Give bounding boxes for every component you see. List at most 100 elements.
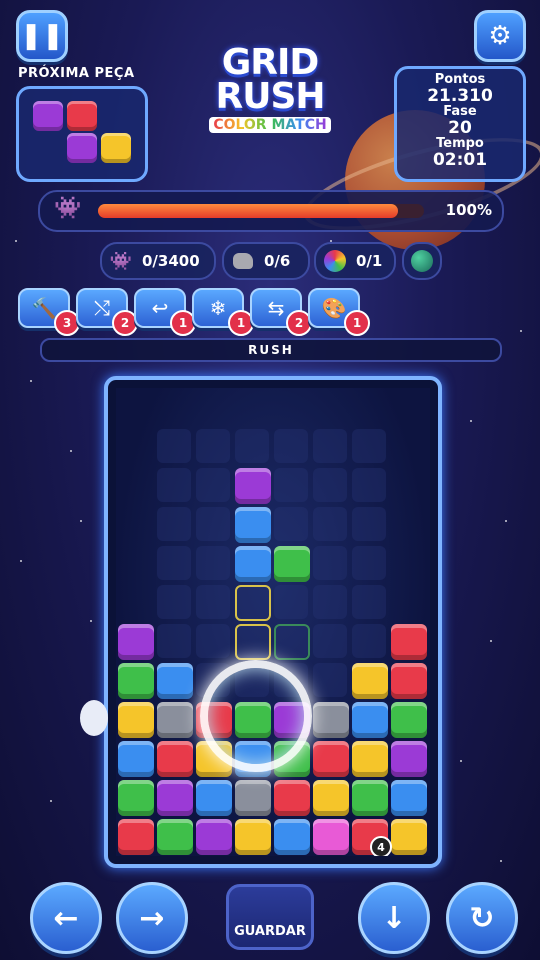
star [50,800,52,802]
board-block [391,663,427,699]
planet-icon [411,250,433,272]
board-block [391,819,427,855]
move-left-button[interactable]: ← [30,882,102,954]
goal-color-text: 0/1 [356,252,383,270]
rush-bar: RUSH [40,338,502,362]
goal-invaders: 👾 0/3400 [100,242,216,280]
board-grid[interactable]: 4 [116,388,430,856]
next-piece-panel [16,86,148,182]
board-cell [196,507,230,541]
board-cell [196,429,230,463]
board-block [157,741,193,777]
hold-button-label: GUARDAR [234,924,306,939]
board-block [157,780,193,816]
board-cell [313,546,347,580]
pause-button[interactable]: ❚❚ [16,10,68,62]
board-cell [352,507,386,541]
points-value: 21.310 [427,86,493,106]
board-cell [274,468,308,502]
star [80,520,82,522]
logo-title-line1: GRID [221,42,320,83]
board-cell [352,468,386,502]
arrow-left-icon: ← [53,900,79,936]
hammer-icon: 🔨 [31,296,57,320]
board-block [274,819,310,855]
star [520,330,522,332]
logo-subtitle: COLOR MATCH [209,117,331,133]
swap-tool-button[interactable]: ⇆ 2 [250,288,312,336]
board-cell [274,507,308,541]
board-cell [352,585,386,619]
goal-invaders-text: 0/3400 [142,252,200,270]
progress-percent: 100% [445,201,492,219]
star [15,240,17,242]
board-cell [313,585,347,619]
board-block [313,702,349,738]
shuffle-tool-button[interactable]: ⤭ 2 [76,288,138,336]
rotate-button[interactable]: ↻ [446,882,518,954]
palette-tool-button[interactable]: 🎨 1 [308,288,370,336]
score-panel: Pontos 21.310 Fase 20 Tempo 02:01 [394,66,526,182]
next-piece-block [67,133,97,163]
board-block [313,780,349,816]
hold-button[interactable]: GUARDAR [226,884,314,950]
board-cell [157,624,191,658]
game-board[interactable]: 4 [104,376,442,868]
board-cell [352,429,386,463]
drop-preview-cell [235,624,271,660]
board-cell [196,546,230,580]
board-block [118,780,154,816]
board-block [196,780,232,816]
goal-planet [402,242,442,280]
logo-title-line2: RUSH [215,76,325,117]
board-cell [274,585,308,619]
time-label: Tempo [436,136,484,151]
settings-button[interactable]: ⚙ [474,10,526,62]
board-block [118,741,154,777]
star [470,420,472,422]
board-block [196,819,232,855]
swap-icon: ⇆ [267,296,285,320]
board-cell [157,507,191,541]
board-cell [157,429,191,463]
board-cell [196,468,230,502]
progress-fill [98,204,398,218]
board-cell [352,546,386,580]
board-cell [313,624,347,658]
star [70,450,72,452]
arrow-right-icon: → [139,900,165,936]
star [505,520,507,522]
phase-value: 20 [448,118,472,138]
undo-tool-button[interactable]: ↩ 1 [134,288,196,336]
star [30,380,32,382]
board-cell [196,585,230,619]
side-handle [80,700,108,736]
color-wheel-icon [322,248,348,274]
board-cell [157,468,191,502]
board-block [352,741,388,777]
arrow-down-icon: ↓ [381,900,407,936]
board-block [118,663,154,699]
board-block [118,624,154,660]
level-progress: 👾 100% [38,190,504,232]
rush-label: RUSH [248,343,294,357]
progress-track [98,204,424,218]
space-invader-icon: 👾 [54,196,82,221]
board-block [391,780,427,816]
time-value: 02:01 [432,150,488,170]
snowflake-tool-button[interactable]: ❄ 1 [192,288,254,336]
board-cell [235,429,269,463]
palette-icon: 🎨 [321,296,347,320]
gear-icon: ⚙ [488,21,512,51]
board-cell [313,507,347,541]
board-block [391,702,427,738]
hammer-tool-button[interactable]: 🔨 3 [18,288,80,336]
next-piece-block [67,101,97,131]
board-cell [313,429,347,463]
board-block [235,780,271,816]
board-block [352,702,388,738]
board-block [391,741,427,777]
star [500,860,502,862]
drop-button[interactable]: ↓ [358,882,430,954]
move-right-button[interactable]: → [116,882,188,954]
